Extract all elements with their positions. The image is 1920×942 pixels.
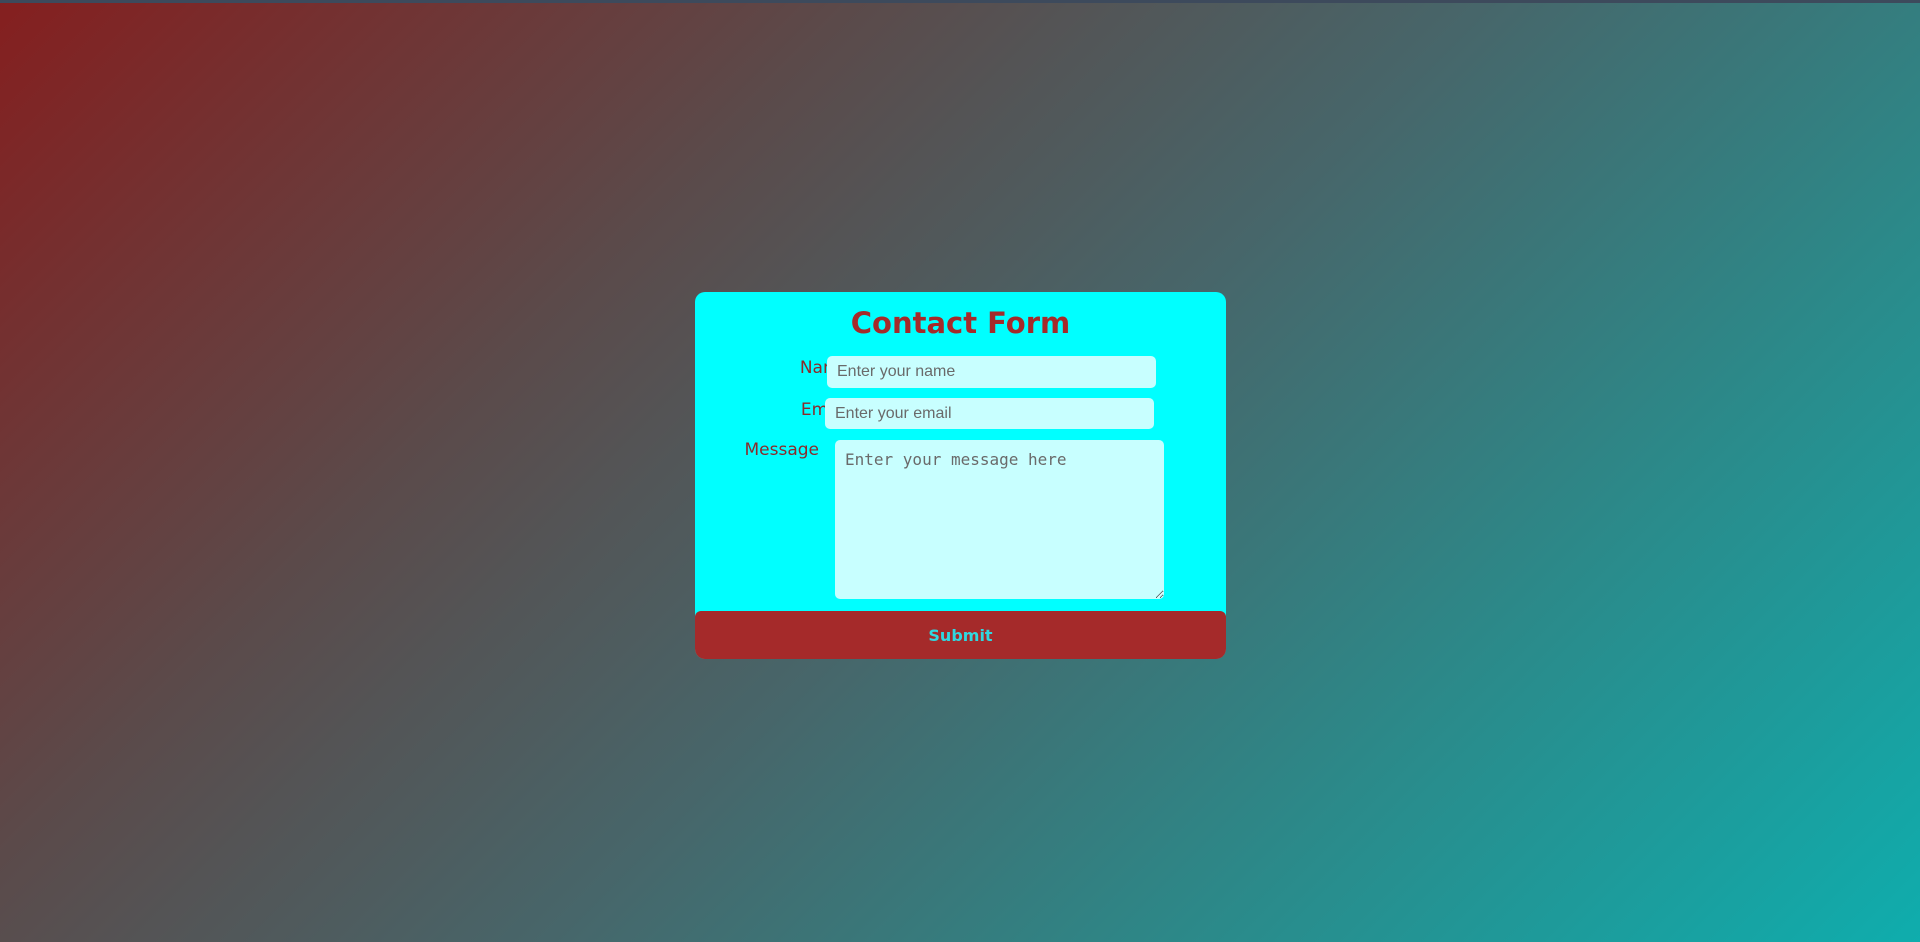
page: { "form": { "title": "Contact Form", "fi…	[0, 0, 1920, 942]
form-title: Contact Form	[850, 306, 1071, 340]
name-input[interactable]	[827, 356, 1156, 388]
email-input[interactable]	[825, 398, 1154, 429]
message-textarea[interactable]	[835, 440, 1164, 599]
contact-form-card: Contact Form Name Email Message Submit	[695, 292, 1226, 659]
submit-button[interactable]: Submit	[695, 611, 1226, 659]
top-strip	[0, 0, 1920, 3]
message-label: Message	[744, 440, 819, 460]
